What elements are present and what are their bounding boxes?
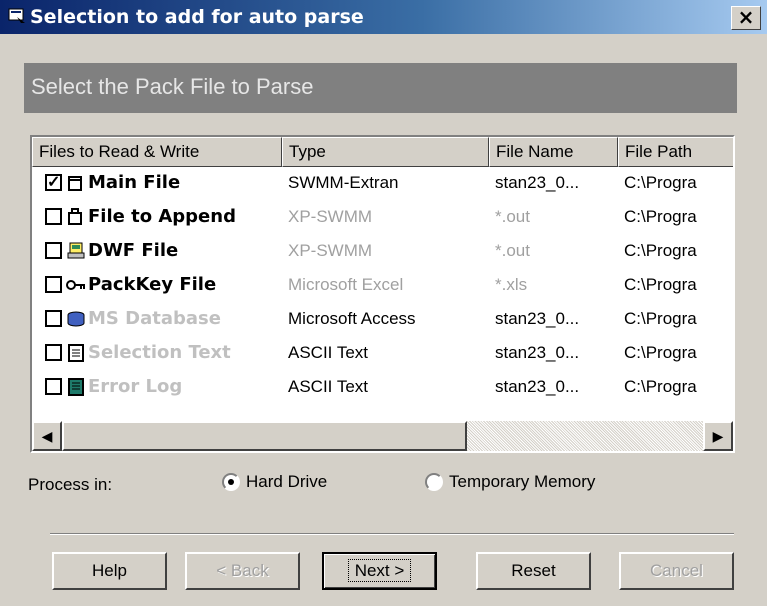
file-label: PackKey File [88, 274, 217, 295]
file-label: File to Append [88, 206, 236, 227]
database-icon [67, 311, 85, 327]
list-item[interactable]: File to Append XP-SWMM *.out C:\Progra [32, 201, 733, 235]
next-button[interactable]: Next > [322, 552, 437, 590]
process-in-label: Process in: [28, 475, 113, 494]
column-header-files[interactable]: Files to Read & Write [32, 137, 282, 167]
log-book-icon [68, 378, 84, 396]
file-path-cell: C:\Progra [624, 173, 697, 192]
row-checkbox[interactable] [45, 208, 62, 225]
file-name-cell: stan23_0... [495, 309, 580, 328]
temporary-memory-radio[interactable]: Temporary Memory [425, 472, 595, 492]
list-item[interactable]: ✓ Main File SWMM-Extran stan23_0... C:\Progr… [32, 167, 733, 201]
file-path-cell: C:\Progra [624, 241, 697, 260]
file-name-cell: *.xls [495, 275, 528, 294]
document-icon [68, 176, 82, 191]
help-button[interactable]: Help [52, 552, 167, 590]
close-icon: × [737, 5, 755, 29]
window-title: Selection to add for auto parse [30, 6, 364, 28]
app-icon [8, 8, 25, 23]
dwf-file-icon [67, 242, 85, 259]
cancel-button[interactable]: Cancel [619, 552, 734, 590]
column-header-file-name[interactable]: File Name [489, 137, 618, 167]
file-path-cell: C:\Progra [624, 343, 697, 362]
file-label: Selection Text [88, 342, 231, 363]
row-checkbox[interactable] [45, 276, 62, 293]
scroll-thumb[interactable] [62, 421, 467, 451]
hard-drive-label: Hard Drive [246, 472, 328, 491]
type-cell: XP-SWMM [288, 207, 373, 226]
file-path-cell: C:\Progra [624, 377, 697, 396]
type-cell: ASCII Text [288, 377, 368, 396]
type-cell: Microsoft Excel [288, 275, 404, 294]
file-path-cell: C:\Progra [624, 309, 697, 328]
row-checkbox[interactable] [45, 242, 62, 259]
cancel-button-label: Cancel [650, 561, 703, 580]
type-cell: ASCII Text [288, 343, 368, 362]
column-header-type[interactable]: Type [282, 137, 489, 167]
file-label: DWF File [88, 240, 179, 261]
next-button-label: Next > [347, 559, 412, 582]
column-header-file-path[interactable]: File Path [618, 137, 733, 167]
file-name-cell: *.out [495, 207, 530, 226]
file-name-cell: *.out [495, 241, 530, 260]
file-list[interactable]: Files to Read & Write Type File Name Fil… [30, 135, 735, 453]
reset-button-label: Reset [511, 561, 556, 580]
scroll-left-button[interactable]: ◀ [32, 421, 62, 451]
instruction-banner: Select the Pack File to Parse [24, 63, 737, 113]
type-cell: SWMM-Extran [288, 173, 399, 192]
list-item[interactable]: Error Log ASCII Text stan23_0... C:\Progra [32, 371, 733, 405]
key-icon [66, 280, 85, 290]
back-button[interactable]: < Back [185, 552, 300, 590]
list-item[interactable]: Selection Text ASCII Text stan23_0... C:\Pr… [32, 337, 733, 371]
file-name-cell: stan23_0... [495, 377, 580, 396]
row-checkbox[interactable] [45, 310, 62, 327]
list-item[interactable]: DWF File XP-SWMM *.out C:\Progra [32, 235, 733, 269]
file-label: Main File [88, 172, 181, 193]
type-cell: XP-SWMM [288, 241, 373, 260]
separator [50, 533, 734, 535]
file-label: Error Log [88, 376, 183, 397]
file-name-cell: stan23_0... [495, 343, 580, 362]
scroll-right-button[interactable]: ▶ [703, 421, 733, 451]
row-checkbox[interactable]: ✓ [45, 174, 62, 191]
notepad-icon [68, 344, 84, 362]
row-checkbox[interactable] [45, 344, 62, 361]
list-item[interactable]: MS Database Microsoft Access stan23_0... C:… [32, 303, 733, 337]
append-document-icon [68, 208, 82, 225]
radio-indicator[interactable] [222, 473, 240, 491]
horizontal-scrollbar[interactable]: ◀ ▶ [32, 421, 733, 451]
file-label: MS Database [88, 308, 221, 329]
back-button-label: < Back [216, 561, 269, 580]
help-button-label: Help [92, 561, 127, 580]
file-path-cell: C:\Progra [624, 275, 697, 294]
hard-drive-radio[interactable]: Hard Drive [222, 472, 327, 492]
file-name-cell: stan23_0... [495, 173, 580, 192]
row-checkbox[interactable] [45, 378, 62, 395]
file-path-cell: C:\Progra [624, 207, 697, 226]
title-bar: Selection to add for auto parse × [0, 0, 767, 34]
temporary-memory-label: Temporary Memory [449, 472, 596, 491]
banner-text: Select the Pack File to Parse [31, 74, 314, 99]
close-button[interactable]: × [731, 6, 761, 30]
radio-indicator[interactable] [425, 473, 443, 491]
reset-button[interactable]: Reset [476, 552, 591, 590]
list-item[interactable]: PackKey File Microsoft Excel *.xls C:\Progr… [32, 269, 733, 303]
type-cell: Microsoft Access [288, 309, 416, 328]
